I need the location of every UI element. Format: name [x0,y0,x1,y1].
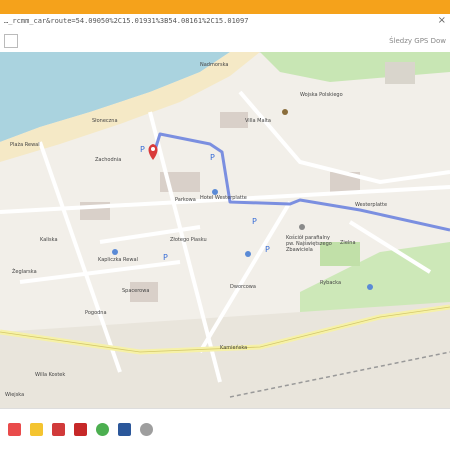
address-bar[interactable]: …_rcmm_car&route=54.09050%2C15.01931%3B5… [0,14,450,31]
hotel-icon [367,284,373,290]
street-label-zachodnia: Zachodnia [95,157,122,163]
folder-icon[interactable] [30,423,43,436]
poi-label-hotel: Hotel Westerplatte [200,195,247,201]
map-view[interactable]: P P P P P Słoneczna Parkowa Westerplatte… [0,52,450,408]
gps-label[interactable]: Śledzy GPS Dow [389,37,446,45]
park-north [260,52,450,82]
map-canvas[interactable]: P P P P P [0,52,450,408]
close-icon[interactable]: × [438,15,446,26]
building-block [385,62,415,84]
parking-icon: P [265,245,270,254]
street-label-dworcowa: Dworcowa [230,284,256,290]
street-label-wojska-polskiego: Wojska Polskiego [300,92,343,98]
street-label-zielna: Zielna [340,240,356,246]
chrome-icon[interactable] [96,423,109,436]
street-label-parkowa: Parkowa [175,197,196,203]
street-label-spacerowa: Spacerowa [122,288,150,294]
church-icon [299,224,305,230]
parking-icon: P [252,217,257,226]
parking-icon: P [163,253,168,262]
street-label-zeglarska: Żeglarska [12,269,37,275]
poi-label-villa: Villa Malta [245,118,271,124]
street-label-kamienska: Kamieńska [220,345,248,351]
parking-icon: P [140,145,145,154]
street-label-sloneczna: Słoneczna [92,118,118,124]
map-toolbar: Śledzy GPS Dow [0,30,450,53]
pdf-icon[interactable] [52,423,65,436]
acrobat-icon[interactable] [74,423,87,436]
street-label-zlotego-piasku: Złotego Piasku [170,237,207,243]
browser-title-bar [0,0,450,14]
location-marker[interactable] [148,144,158,160]
sea [0,52,230,142]
street-label-kaliska: Kaliska [40,237,58,243]
taskbar [0,408,450,451]
street-label-rybacka: Rybacka [320,280,342,286]
street-label-westerplatte: Westerplatte [355,202,388,208]
poi-label-beach: Plaża Rewal [10,142,40,148]
windows-icon[interactable] [8,423,21,436]
hotel-icon [245,251,251,257]
poi-label-kapliczka: Kapliczka Rewal [98,257,138,263]
layer-toggle-button[interactable] [4,34,18,48]
street-label-nadmorska: Nadmorska [200,62,229,68]
url-text[interactable]: …_rcmm_car&route=54.09050%2C15.01931%3B5… [4,17,248,25]
poi-label-willa-kostek: Willa Kostek [35,372,66,378]
parking-icon: P [210,153,215,162]
word-icon[interactable] [118,423,131,436]
hotel-icon [112,249,118,255]
street-label-wiejska: Wiejska [5,392,25,398]
poi-label-church: Kościół parafialny pw. Najświętszego Zba… [286,235,332,253]
street-label-pogodna: Pogodna [85,310,107,316]
building [220,112,248,128]
chrome-alt-icon[interactable] [140,423,153,436]
shop-icon [282,109,288,115]
